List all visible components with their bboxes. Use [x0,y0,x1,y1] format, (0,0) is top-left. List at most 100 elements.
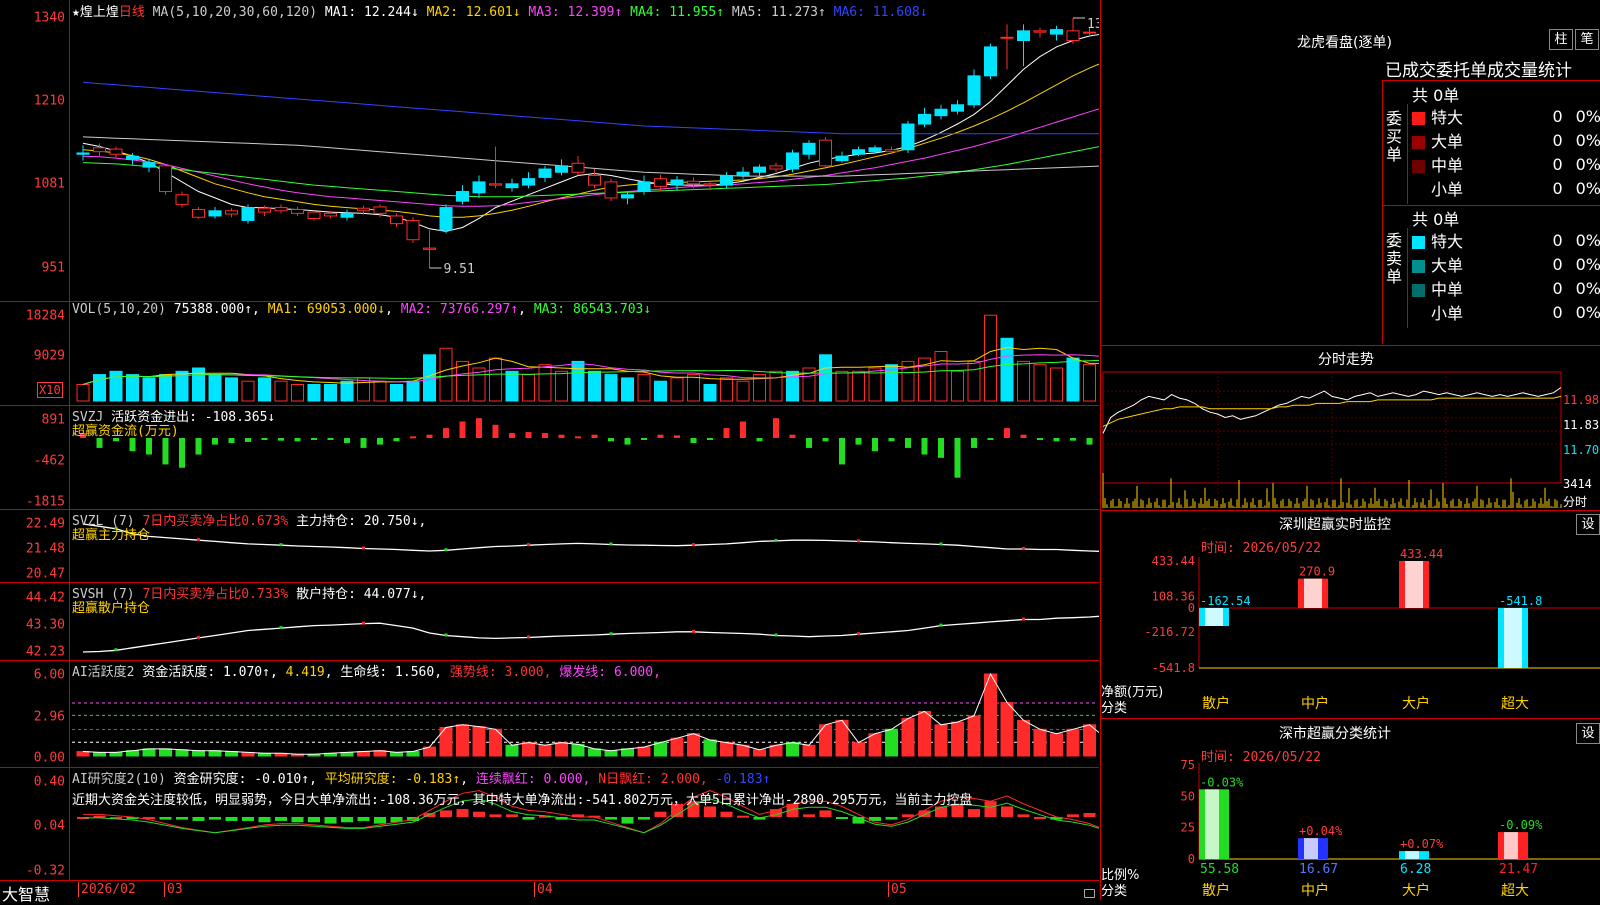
time-label: 2026/02 [78,882,136,897]
activity-bar [786,742,799,757]
time-label: 04 [534,882,553,897]
lhb-tabs[interactable]: 已成交委托单成交量统计 [1385,56,1572,81]
activity-bar [885,728,898,757]
ma-line [82,63,1099,218]
main-holding-line-tick [609,542,613,546]
stock-title[interactable]: ★煌上煌 [72,5,119,20]
kline-chart[interactable]: 13.40 9.51 [0,0,1099,301]
ratio-value-label: 55.58 [1200,862,1239,877]
fenshi-chart[interactable] [1101,346,1600,510]
volume-bar [274,380,288,402]
fund-flow-bar [509,433,515,438]
volume-bar [225,377,238,402]
right-sidebar: 龙虎看盘(逐单) 柱 笔 已成交委托单成交量统计 委买单 共 0单 特大 0 0% … [1100,0,1600,900]
sz-class-panel[interactable]: 深市超赢分类统计 设 时间: 2026/05/22 75 50 25 0 -0.03% 5… [1101,719,1600,900]
vol-ma1: MA1: 69053.000↓ [267,302,386,317]
ai1-strong-line: 强势线: 3.000 [449,665,544,680]
vol-panel[interactable]: 18284 9029 X10 VOL(5,10,20) 75388.000↑, … [0,301,1099,406]
lhb-title: 龙虎看盘(逐单) [1297,35,1392,51]
fund-flow-bar [987,438,994,440]
candlestick [588,174,601,186]
retail-holding-line-tick [114,648,118,652]
candlestick [571,162,585,173]
fund-flow-bar [459,421,466,438]
sell-xl-pct: 0% [1575,230,1600,250]
volume-bar [951,370,964,402]
sell-row-m: 中单 0 0% [1412,276,1600,300]
research-bar [918,810,931,817]
svzj-panel[interactable]: 891 -462 -1815 SVZJ 活跃资金进出: -108.365↓ 超赢… [0,405,1099,510]
net-amount-bar-highlight [1405,561,1423,608]
period-label[interactable]: 日线 [119,5,145,20]
fund-flow-bar [360,438,367,448]
main-holding-line-tick [279,543,283,547]
candlestick [456,191,469,202]
ai-research-panel[interactable]: 0.40 0.04 -0.32 AI研究度2(10) 资金研究度: -0.010… [0,767,1099,880]
svzl-sub: 超赢主力持仓 [72,528,151,543]
ma-line [82,136,1099,177]
fund-flow-bar [806,438,812,448]
bar-mode-button[interactable]: 柱 [1549,29,1573,50]
kline-panel[interactable]: 1340 1210 1081 951 13.409.51 ★煌上煌日线 MA(5… [0,0,1099,302]
fund-flow-bar [426,434,433,438]
research-bar [1001,806,1013,817]
fund-flow-bar [674,435,680,438]
svzl-ratio: 7日内买卖净占比0.673% [142,514,289,529]
research-bar [440,810,452,817]
kline-header: ★煌上煌日线 MA(5,10,20,30,60,120) MA1: 12.244… [72,1,928,20]
retail-holding-line-tick [774,633,778,637]
tick-mode-button[interactable]: 笔 [1575,29,1599,50]
volume-bar [835,370,849,402]
research-bar [291,817,304,823]
candlestick [258,207,271,213]
sell-l-label: 大单 [1431,256,1464,275]
volume-bar [604,374,618,402]
research-bar [225,817,238,821]
research-bar [1067,814,1079,817]
fund-flow-bar [294,438,301,442]
svsh-panel[interactable]: 44.42 43.30 42.23 SVSH (7) 7日内买卖净占比0.733… [0,582,1099,661]
time-axis: 大智慧 2026/02 03 04 05 [0,880,1099,904]
ratio-bar-highlight [1405,851,1419,859]
bar-value-label: 270.9 [1299,565,1335,579]
buy-xl-label: 特大 [1431,108,1464,127]
svzj-sub: 超赢资金流(万元) [72,424,179,439]
research-bar [737,815,749,818]
sz-class-chart[interactable]: 75 50 25 0 -0.03% 55.58 散户 +0.04% 16.67 中户 +0.07% 6… [1101,719,1600,900]
sell-row-s: 小单 0 0% [1412,300,1600,324]
lock-icon[interactable] [1084,889,1095,898]
fund-flow-bar [129,438,136,452]
fund-flow-bar [872,438,878,452]
activity-bar [687,733,700,757]
fund-flow-bar [608,438,614,442]
activity-bar [159,748,172,757]
volume-bar [324,384,337,402]
fenshi-panel[interactable]: 分时走势 11.98 11.83 11.70 3414 分时 [1101,345,1600,511]
ai-activity-panel[interactable]: 6.00 2.96 0.00 AI活跃度2 资金活跃度: 1.070↑, 4.4… [0,660,1099,768]
fund-flow-bar [344,438,350,443]
research-bar [1083,813,1096,817]
main-holding-line-tick [197,538,200,542]
activity-bar [753,749,766,757]
buy-row-l: 大单 0 0% [1412,128,1600,152]
vol-ma3: MA3: 86543.703↓ [533,302,652,317]
candlestick [340,212,354,218]
buy-l-pct: 0% [1575,130,1600,150]
svzl-panel[interactable]: 22.49 21.48 20.47 SVZL (7) 7日内买卖净占比0.673… [0,509,1099,583]
fund-flow-bar [839,438,845,465]
volume-bar [439,347,453,402]
sz-monitor-chart[interactable]: 433.44108.360-216.72-541.8-162.54散户270.9… [1101,510,1600,718]
ai1-life-line: 生命线: 1.560 [340,665,435,680]
ai2-note: 近期大资金关注度较低，明显弱势，今日大单净流出:-108.36万元，其中特大单净… [72,793,973,808]
main-holding-line-tick [857,539,860,543]
activity-bar [802,744,816,757]
ma-params: MA(5,10,20,30,60,120) [152,5,318,20]
sz-class-xlabel: 分类 [1101,884,1128,899]
ai2-n-day-red: N日飘红: 2.000 [598,772,700,787]
candlestick [307,211,321,220]
sz-monitor-panel[interactable]: 深圳超赢实时监控 设 时间: 2026/05/22 433.44 108.36 0-… [1101,510,1600,719]
buy-xl-pct: 0% [1575,106,1600,126]
volume-bar [637,374,651,402]
volume-bar [307,384,321,402]
fund-flow-bar [1070,438,1076,441]
